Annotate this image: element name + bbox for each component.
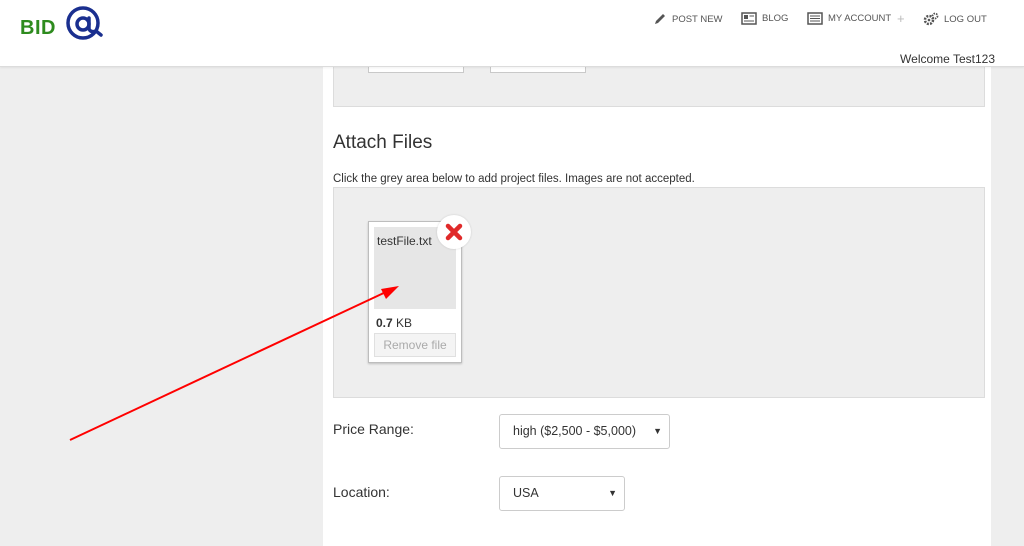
close-icon: [445, 223, 463, 241]
location-select[interactable]: USA ▼: [499, 476, 625, 511]
nav-blog[interactable]: BLOG: [741, 12, 788, 25]
nav-log-out-label: LOG OUT: [944, 13, 987, 25]
attach-files-title: Attach Files: [333, 132, 433, 153]
newspaper-icon: [741, 12, 757, 25]
nav-plus-icon: +: [897, 11, 905, 26]
caret-down-icon: ▼: [608, 488, 617, 498]
remove-file-button[interactable]: Remove file: [374, 333, 456, 357]
gears-icon: [923, 12, 939, 26]
file-size: 0.7 KB: [376, 316, 412, 330]
welcome-text: Welcome Test123: [900, 52, 995, 66]
nav-blog-label: BLOG: [762, 13, 789, 24]
price-range-value: high ($2,500 - $5,000): [513, 424, 637, 438]
price-range-select[interactable]: high ($2,500 - $5,000) ▼: [499, 414, 670, 449]
logo-text: BID: [20, 17, 56, 39]
nav-post-new[interactable]: POST NEW: [653, 12, 723, 26]
location-value: USA: [513, 486, 539, 500]
nav-my-account-label: MY ACCOUNT: [828, 13, 892, 24]
nav-my-account[interactable]: MY ACCOUNT: [807, 12, 891, 25]
logo-at-icon: [66, 6, 103, 40]
pencil-icon: [655, 14, 665, 24]
previous-field-stub: [368, 66, 464, 73]
file-size-value: 0.7: [376, 316, 393, 330]
file-dropzone[interactable]: testFile.txt 0.7 KB Remove file: [333, 187, 985, 398]
file-preview-card: testFile.txt 0.7 KB Remove file: [368, 215, 471, 363]
previous-section-box: [333, 66, 985, 107]
list-icon: [807, 12, 823, 25]
nav-post-new-label: POST NEW: [672, 13, 723, 25]
location-label: Location:: [333, 484, 390, 500]
site-header: BID POST NEW BLOG MY ACCOUNT + LOG OUT W…: [0, 0, 1024, 67]
project-form: Attach Files Click the grey area below t…: [323, 66, 991, 546]
previous-field-stub: [490, 66, 586, 73]
file-size-unit: KB: [396, 316, 413, 330]
attach-files-helper: Click the grey area below to add project…: [333, 173, 695, 185]
price-range-label: Price Range:: [333, 421, 414, 437]
nav-log-out[interactable]: LOG OUT: [923, 12, 987, 26]
caret-down-icon: ▼: [653, 426, 662, 436]
remove-file-x[interactable]: [437, 215, 471, 249]
file-name: testFile.txt: [377, 234, 432, 248]
